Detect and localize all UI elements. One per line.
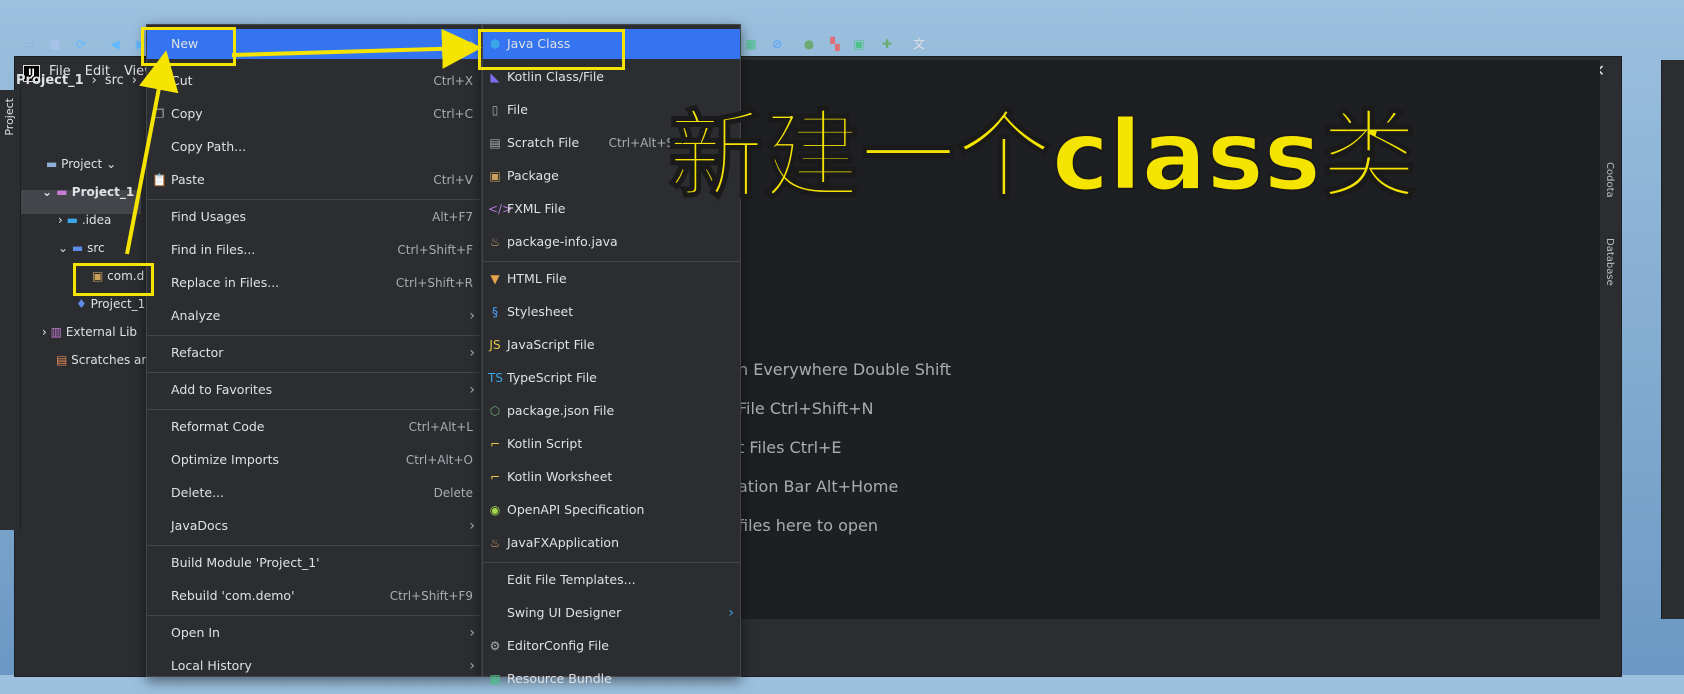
arrow-package-to-new	[125, 50, 179, 255]
annotation-title: 新建一个class类	[667, 100, 1418, 212]
arrow-new-to-java-class	[231, 28, 482, 69]
